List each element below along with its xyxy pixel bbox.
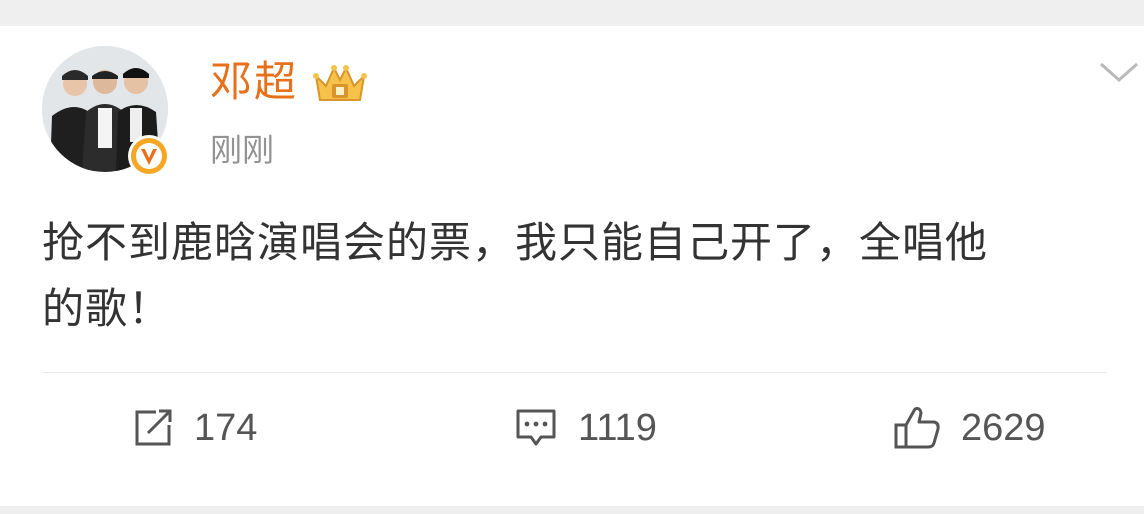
comment-button[interactable]: 1119 [514,400,657,456]
like-count: 2629 [961,406,1046,449]
top-spacer [0,0,1144,26]
post-text-line-2: 的歌！ [42,284,172,333]
verified-v-icon [128,135,170,177]
author-name[interactable]: 邓超 [210,56,298,108]
repost-count: 174 [194,406,258,449]
divider [42,372,1106,373]
post-content: 抢不到鹿晗演唱会的票，我只能自己开了，全唱他 的歌！ [42,210,1122,342]
like-button[interactable]: 2629 [893,400,1046,456]
chevron-down-icon[interactable] [1098,58,1140,86]
post-time: 刚刚 [210,131,275,169]
repost-icon [135,409,172,446]
comment-count: 1119 [578,406,657,449]
bottom-spacer [0,506,1144,514]
comment-icon [516,409,556,446]
post-text-line-1: 抢不到鹿晗演唱会的票，我只能自己开了，全唱他 [42,218,989,267]
repost-button[interactable]: 174 [132,400,257,456]
thumbs-up-icon [894,407,940,449]
crown-level-icon[interactable] [312,60,368,106]
